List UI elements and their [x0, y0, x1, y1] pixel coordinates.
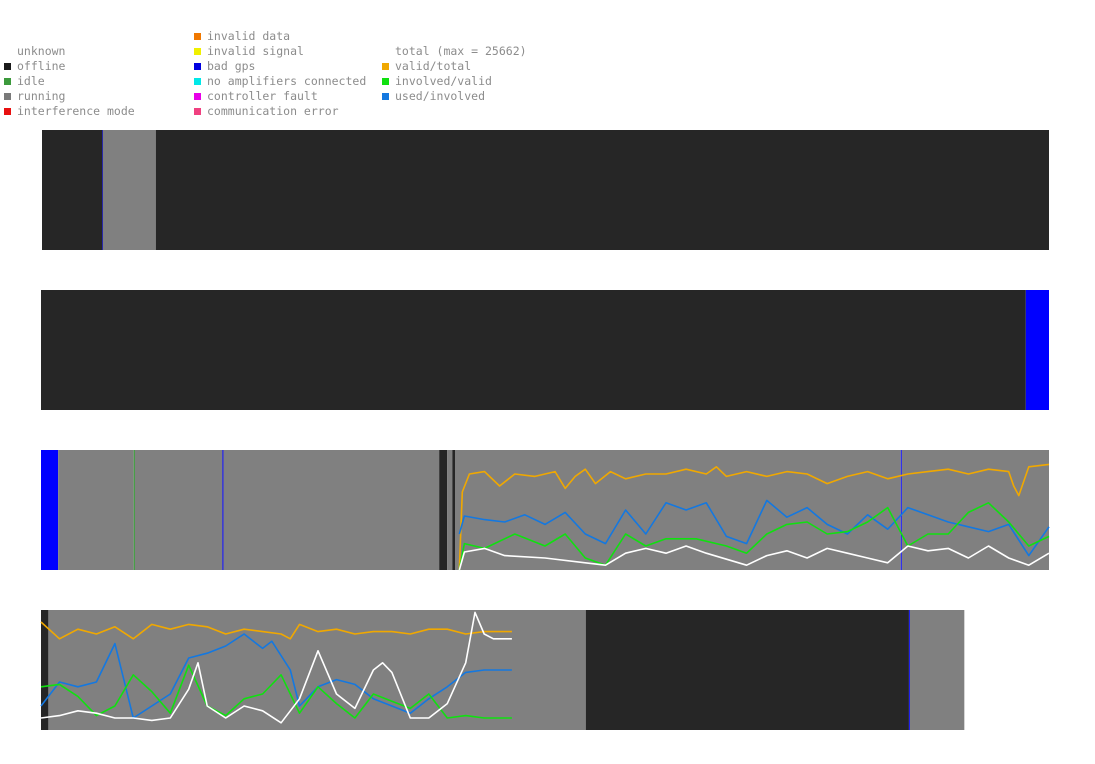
status-segment-running: [102, 130, 156, 250]
status-segment-idle: [133, 450, 135, 570]
status-segment-offline: [155, 130, 1049, 250]
status-chart-3: [41, 450, 1050, 571]
status-segment-offline: [585, 610, 909, 730]
charts-area: [40, 130, 1050, 730]
status-segment-bad_gps: [1025, 290, 1049, 410]
status-segment-bad_gps: [222, 450, 224, 570]
status-segment-running: [223, 450, 440, 570]
status-segment-running: [134, 450, 223, 570]
status-segment-offline: [452, 450, 456, 570]
status-segment-offline: [42, 130, 103, 250]
status-segment-offline: [439, 450, 448, 570]
status-segment-bad_gps: [908, 610, 910, 730]
status-segment-bad_gps: [41, 450, 59, 570]
status-chart-2: [41, 290, 1049, 410]
status-segment-offline: [41, 290, 1026, 410]
status-segment-running: [455, 450, 901, 570]
status-chart-1: [42, 130, 1049, 250]
status-segment-running: [909, 610, 965, 730]
status-chart-4: [40, 610, 965, 730]
status-segment-running: [58, 450, 134, 570]
status-segment-running: [447, 450, 453, 570]
